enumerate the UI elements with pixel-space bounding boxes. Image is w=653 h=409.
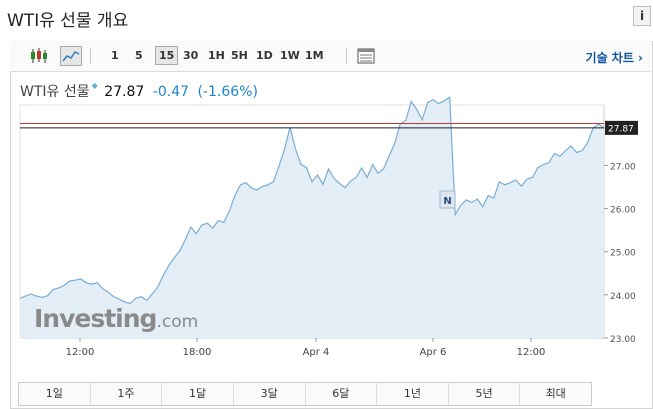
y-tick-label: 23.00 [610,335,636,345]
range-button-2[interactable]: 1달 [162,383,234,405]
x-tick-label: 12:00 [517,347,546,358]
range-button-4[interactable]: 6달 [306,383,378,405]
range-button-6[interactable]: 5년 [449,383,521,405]
y-tick-label: 24.00 [610,292,636,302]
x-tick-label: Apr 6 [420,347,447,358]
range-button-1[interactable]: 1주 [91,383,163,405]
range-button-5[interactable]: 1년 [377,383,449,405]
y-tick-label: 27.00 [610,162,636,172]
current-price-label: 27.87 [608,124,634,134]
x-tick-label: 12:00 [66,347,95,358]
y-tick-label: 26.00 [610,206,636,216]
range-button-0[interactable]: 1일 [19,383,91,405]
price-chart: 23.00 24.00 25.00 26.00 27.00 27.87 12:00 18:00… [19,96,638,358]
x-tick-label: 18:00 [183,347,212,358]
range-selector: 1일 1주 1달 3달 6달 1년 5년 최대 [18,382,592,406]
y-tick-label: 25.00 [610,249,636,259]
news-marker-label: N [443,196,451,207]
x-tick-label: Apr 4 [303,347,330,358]
range-button-3[interactable]: 3달 [234,383,306,405]
range-button-7[interactable]: 최대 [520,383,591,405]
